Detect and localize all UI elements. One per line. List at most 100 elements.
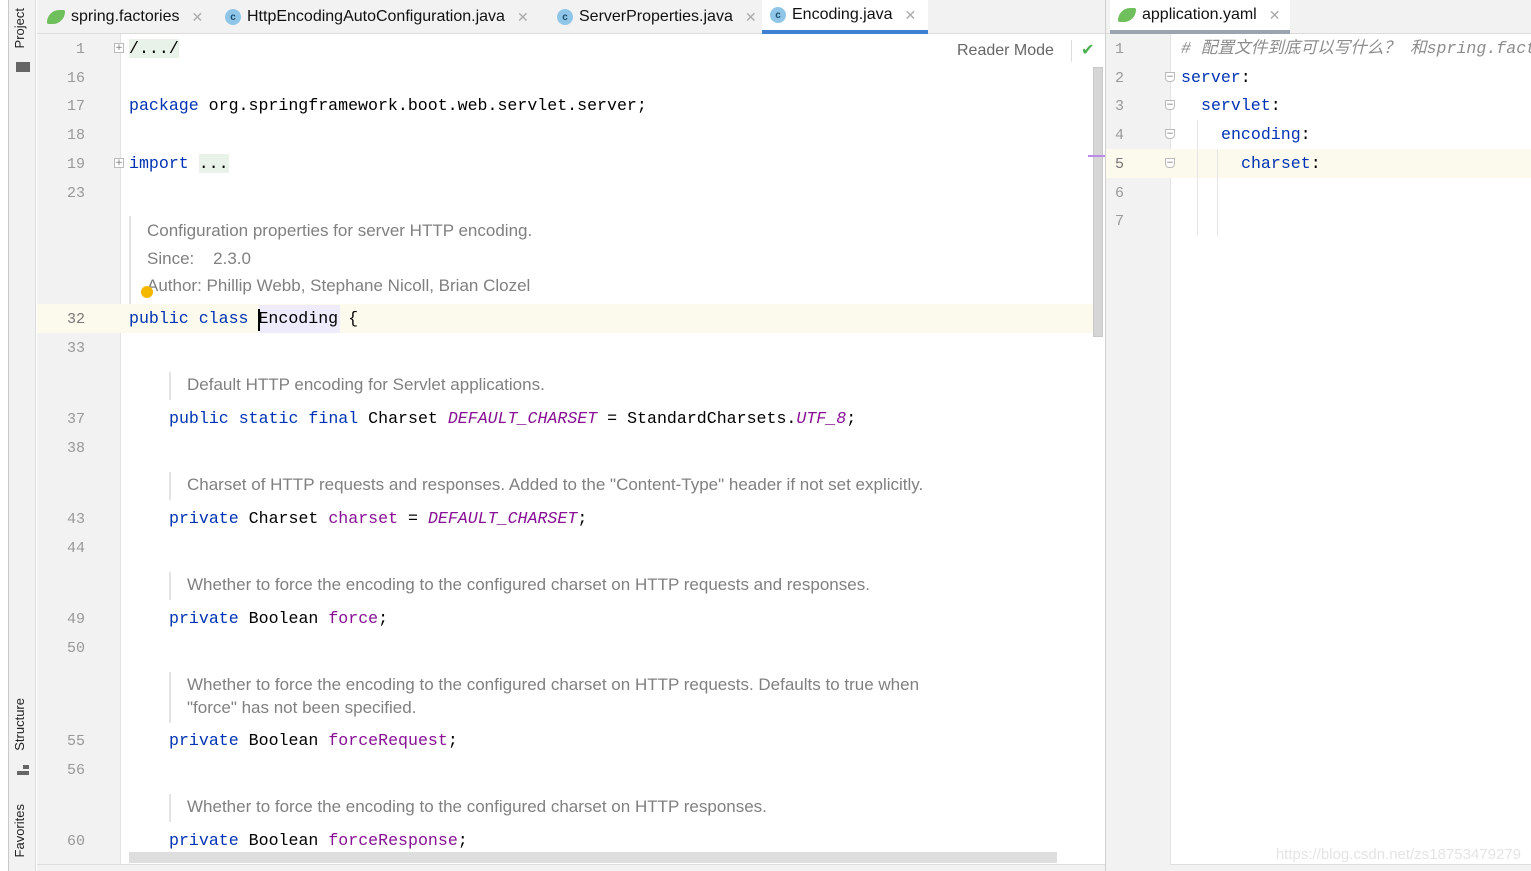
line-number: 37 bbox=[66, 411, 85, 428]
right-editor-tabs: application.yaml ✕ bbox=[1106, 0, 1531, 34]
line-number: 16 bbox=[66, 70, 85, 87]
rendered-doc-comment: Whether to force the encoding to the con… bbox=[169, 572, 870, 600]
code-token: private bbox=[169, 831, 249, 850]
tool-window-bar: Project Structure Favorites bbox=[0, 0, 36, 871]
code-token: private bbox=[169, 609, 249, 628]
code-token: import bbox=[129, 154, 199, 173]
fold-toggle-icon[interactable]: + bbox=[114, 158, 124, 168]
code-token: force bbox=[328, 609, 379, 628]
lightbulb-icon[interactable] bbox=[141, 286, 153, 298]
code-line: public class Encoding { bbox=[129, 308, 358, 330]
close-icon[interactable]: ✕ bbox=[517, 9, 529, 26]
code-token: Charset bbox=[248, 509, 329, 528]
code-line: server: bbox=[1181, 67, 1251, 89]
code-token: : bbox=[1270, 96, 1281, 115]
rendered-doc-comment: Default HTTP encoding for Servlet applic… bbox=[169, 372, 545, 400]
code-line: # 配置文件到底可以写什么？ 和spring.factories bbox=[1181, 38, 1531, 60]
structure-icon bbox=[17, 765, 29, 775]
doc-line: Whether to force the encoding to the con… bbox=[187, 797, 767, 816]
close-icon[interactable]: ✕ bbox=[1269, 7, 1281, 24]
class-icon: c bbox=[225, 9, 241, 25]
tab-encoding[interactable]: c Encoding.java ✕ bbox=[762, 0, 928, 34]
current-line-highlight bbox=[1106, 149, 1531, 178]
doc-line: Configuration properties for server HTTP… bbox=[147, 221, 533, 240]
reader-mode-button[interactable]: Reader Mode bbox=[957, 42, 1054, 60]
code-token: DEFAULT_CHARSET bbox=[447, 409, 598, 428]
close-icon[interactable]: ✕ bbox=[192, 9, 204, 26]
code-line: import ... bbox=[129, 153, 229, 175]
horizontal-scrollbar[interactable] bbox=[129, 852, 1057, 863]
doc-line: Whether to force the encoding to the con… bbox=[187, 575, 870, 594]
tab-serverproperties[interactable]: c ServerProperties.java ✕ bbox=[549, 0, 759, 34]
line-number: 33 bbox=[66, 340, 85, 357]
code-token: public static final bbox=[169, 409, 369, 428]
code-token: # 配置文件到底可以写什么？ 和spring.factories bbox=[1181, 39, 1531, 58]
code-line: private Charset charset = DEFAULT_CHARSE… bbox=[169, 508, 587, 530]
line-number: 19 bbox=[66, 156, 85, 173]
code-token: = bbox=[398, 509, 428, 528]
line-number: 17 bbox=[66, 98, 85, 115]
spring-config-icon bbox=[1118, 8, 1136, 22]
tab-spring-factories[interactable]: spring.factories ✕ bbox=[39, 0, 213, 34]
code-token: server bbox=[1181, 68, 1241, 87]
code-token: org.springframework.boot.web.servlet.ser… bbox=[208, 96, 647, 115]
spring-leaf-icon bbox=[47, 10, 65, 24]
code-token: UTF_8 bbox=[796, 409, 847, 428]
line-number: 49 bbox=[66, 611, 85, 628]
code-token: ; bbox=[457, 831, 468, 850]
folder-icon bbox=[16, 62, 30, 72]
editor-tabs: spring.factories ✕ c HttpEncodingAutoConfi… bbox=[37, 0, 1105, 34]
rendered-doc-comment: Charset of HTTP requests and responses. … bbox=[169, 472, 923, 500]
code-token: ; bbox=[447, 731, 458, 750]
vertical-scrollbar[interactable] bbox=[1093, 67, 1103, 337]
tab-application-yaml[interactable]: application.yaml ✕ bbox=[1110, 0, 1290, 34]
code-token: ; bbox=[577, 509, 588, 528]
fold-toggle-icon[interactable]: + bbox=[114, 43, 124, 53]
favorites-tool-tab[interactable]: Favorites bbox=[12, 804, 27, 857]
code-token: encoding bbox=[1221, 125, 1301, 144]
code-token: = StandardCharsets. bbox=[597, 409, 797, 428]
close-icon[interactable]: ✕ bbox=[905, 7, 917, 24]
code-token: : bbox=[1240, 68, 1251, 87]
code-token: DEFAULT_CHARSET bbox=[427, 509, 578, 528]
structure-tool-tab[interactable]: Structure bbox=[12, 698, 27, 751]
tab-httpencodingautoconfiguration[interactable]: c HttpEncodingAutoConfiguration.java ✕ bbox=[217, 0, 547, 34]
code-token: Charset bbox=[368, 409, 448, 428]
line-number: 60 bbox=[66, 833, 85, 850]
inspection-ok-icon[interactable]: ✔ bbox=[1081, 40, 1094, 59]
code-line: servlet: bbox=[1201, 95, 1281, 117]
line-number: 43 bbox=[66, 511, 85, 528]
code-line: encoding: bbox=[1221, 124, 1311, 146]
code-token: Boolean bbox=[248, 831, 329, 850]
code-token: private bbox=[169, 731, 249, 750]
doc-line: Whether to force the encoding to the con… bbox=[187, 675, 920, 694]
code-token: forceResponse bbox=[328, 831, 458, 850]
code-token: servlet bbox=[1201, 96, 1271, 115]
code-token: Boolean bbox=[248, 731, 329, 750]
line-number: 38 bbox=[66, 440, 85, 457]
line-number: 44 bbox=[66, 540, 85, 557]
project-tool-tab[interactable]: Project bbox=[12, 8, 27, 48]
rendered-doc-comment: Whether to force the encoding to the con… bbox=[169, 794, 767, 822]
code-token: charset bbox=[328, 509, 399, 528]
doc-line: Charset of HTTP requests and responses. … bbox=[187, 475, 924, 494]
code-token: Encoding { bbox=[258, 309, 359, 328]
text-cursor bbox=[258, 309, 260, 331]
code-token: ; bbox=[378, 609, 389, 628]
line-number: 18 bbox=[66, 127, 85, 144]
rendered-doc-comment: Configuration properties for server HTTP… bbox=[129, 216, 532, 304]
code-line: public static final Charset DEFAULT_CHAR… bbox=[169, 408, 856, 430]
class-icon: c bbox=[557, 9, 573, 25]
code-line: package org.springframework.boot.web.ser… bbox=[129, 95, 647, 117]
code-token: package bbox=[129, 96, 209, 115]
code-line: /.../ bbox=[129, 38, 179, 60]
watermark: https://blog.csdn.net/zs18753479279 bbox=[1275, 846, 1521, 863]
rendered-doc-comment: Whether to force the encoding to the con… bbox=[169, 672, 919, 723]
close-icon[interactable]: ✕ bbox=[745, 9, 757, 26]
code-line: private Boolean forceRequest; bbox=[169, 730, 458, 752]
code-line: private Boolean forceResponse; bbox=[169, 830, 468, 852]
code-token: public class bbox=[129, 309, 259, 328]
line-number: 23 bbox=[66, 185, 85, 202]
code-line: private Boolean force; bbox=[169, 608, 388, 630]
doc-line: Default HTTP encoding for Servlet applic… bbox=[187, 375, 545, 394]
